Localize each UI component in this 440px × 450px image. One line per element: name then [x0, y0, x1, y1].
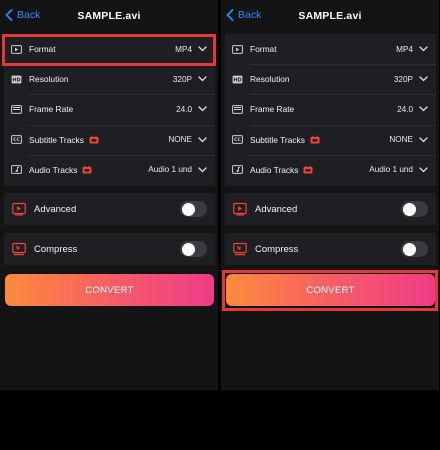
compress-label: Compress	[34, 243, 78, 255]
pro-badge-icon	[303, 166, 313, 174]
compress-toggle[interactable]	[401, 241, 428, 257]
pro-badge-icon	[82, 166, 92, 174]
frame-rate-icon	[232, 105, 243, 114]
resolution-label: Resolution	[29, 74, 69, 85]
advanced-label: Advanced	[34, 203, 77, 215]
format-label: Format	[29, 44, 56, 55]
svg-text:HD: HD	[12, 77, 20, 83]
music-icon	[232, 165, 243, 175]
music-icon	[11, 165, 22, 175]
audio-tracks-row[interactable]: Audio Tracks Audio 1 und	[4, 154, 215, 185]
audio-tracks-value: Audio 1 und	[369, 165, 413, 175]
resolution-label: Resolution	[250, 74, 290, 85]
subtitle-tracks-label: Subtitle Tracks	[250, 134, 305, 145]
settings-group: Format MP4 HD Resolution 320P Frame Rate…	[4, 34, 215, 186]
subtitle-tracks-row[interactable]: CC Subtitle Tracks NONE	[225, 124, 436, 155]
svg-text:HD: HD	[233, 77, 241, 83]
resolution-value: 320P	[172, 74, 192, 84]
svg-text:CC: CC	[234, 137, 241, 143]
resolution-row[interactable]: HD Resolution 320P	[4, 64, 215, 94]
svg-text:CC: CC	[13, 137, 20, 143]
pro-badge-icon	[89, 135, 99, 144]
chevron-down-icon	[419, 76, 428, 82]
cc-icon: CC	[11, 135, 22, 145]
toggle-knob	[181, 242, 195, 256]
resolution-row[interactable]: HD Resolution 320P	[225, 64, 436, 94]
chevron-down-icon	[419, 137, 428, 143]
frame-rate-icon	[11, 105, 22, 114]
format-value: MP4	[175, 44, 192, 54]
format-row[interactable]: Format MP4	[4, 34, 215, 64]
format-row[interactable]: Format MP4	[225, 34, 436, 64]
compress-row: Compress	[225, 233, 436, 265]
chevron-down-icon	[198, 106, 207, 112]
chevron-down-icon	[419, 106, 428, 112]
compress-toggle[interactable]	[180, 241, 207, 257]
compress-label: Compress	[255, 243, 299, 255]
advanced-icon	[12, 202, 26, 216]
audio-tracks-label: Audio Tracks	[29, 164, 78, 175]
chevron-down-icon	[198, 46, 207, 52]
bottom-blank-area	[0, 390, 440, 450]
frame-rate-row[interactable]: Frame Rate 24.0	[225, 94, 436, 124]
format-value: MP4	[396, 44, 413, 54]
nav-bar: Back SAMPLE.avi	[0, 0, 218, 32]
advanced-row: Advanced	[225, 193, 436, 225]
hd-icon: HD	[232, 75, 243, 84]
toggle-knob	[402, 242, 416, 256]
frame-rate-row[interactable]: Frame Rate 24.0	[4, 94, 215, 124]
compress-icon	[233, 242, 247, 256]
subtitle-tracks-value: NONE	[168, 135, 192, 145]
audio-tracks-row[interactable]: Audio Tracks Audio 1 und	[225, 154, 436, 185]
chevron-down-icon	[198, 76, 207, 82]
nav-bar: Back SAMPLE.avi	[221, 0, 439, 32]
frame-rate-value: 24.0	[176, 104, 192, 114]
page-title: SAMPLE.avi	[77, 10, 141, 22]
advanced-icon	[233, 202, 247, 216]
resolution-value: 320P	[393, 74, 413, 84]
convert-button[interactable]: CONVERT	[5, 274, 214, 306]
subtitle-tracks-label: Subtitle Tracks	[29, 134, 84, 145]
chevron-down-icon	[419, 167, 428, 173]
film-icon	[232, 44, 243, 54]
convert-button[interactable]: CONVERT	[226, 274, 435, 306]
film-icon	[11, 44, 22, 54]
advanced-label: Advanced	[255, 203, 298, 215]
audio-tracks-value: Audio 1 und	[148, 165, 192, 175]
subtitle-tracks-row[interactable]: CC Subtitle Tracks NONE	[4, 124, 215, 155]
hd-icon: HD	[11, 75, 22, 84]
compress-row: Compress	[4, 233, 215, 265]
left-panel: Back SAMPLE.avi Format MP4 HD Resolution…	[0, 0, 218, 390]
page-title: SAMPLE.avi	[298, 10, 362, 22]
frame-rate-label: Frame Rate	[29, 104, 74, 115]
toggle-knob	[402, 202, 416, 216]
settings-group: Format MP4 HD Resolution 320P Frame Rate…	[225, 34, 436, 186]
toggle-knob	[181, 202, 195, 216]
pro-badge-icon	[310, 135, 320, 144]
cc-icon: CC	[232, 135, 243, 145]
right-panel: Back SAMPLE.avi Format MP4 HD Resolution…	[221, 0, 439, 390]
audio-tracks-label: Audio Tracks	[250, 164, 299, 175]
advanced-row: Advanced	[4, 193, 215, 225]
chevron-down-icon	[419, 46, 428, 52]
advanced-toggle[interactable]	[180, 201, 207, 217]
chevron-down-icon	[198, 167, 207, 173]
compress-icon	[12, 242, 26, 256]
format-label: Format	[250, 44, 277, 55]
advanced-toggle[interactable]	[401, 201, 428, 217]
frame-rate-label: Frame Rate	[250, 104, 295, 115]
subtitle-tracks-value: NONE	[389, 135, 413, 145]
frame-rate-value: 24.0	[397, 104, 413, 114]
chevron-down-icon	[198, 137, 207, 143]
